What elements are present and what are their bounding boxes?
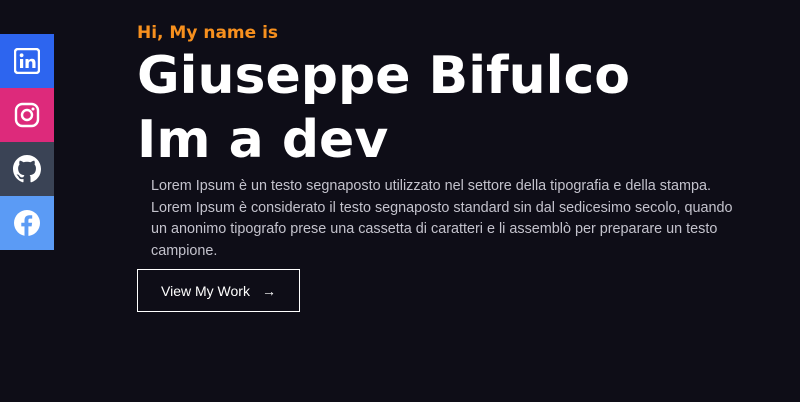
hero-page: Hi, My name is Giuseppe Bifulco Im a dev… [0, 0, 800, 402]
cta-label: View My Work [161, 282, 250, 299]
instagram-link[interactable] [0, 88, 54, 142]
view-my-work-button[interactable]: View My Work → [137, 269, 300, 312]
arrow-right-icon: → [261, 282, 276, 299]
social-sidebar [0, 34, 54, 250]
hero-name-heading: Giuseppe Bifulco [137, 46, 631, 106]
instagram-icon [14, 102, 40, 128]
greeting-text: Hi, My name is [137, 23, 279, 43]
linkedin-icon [14, 48, 40, 74]
github-link[interactable] [0, 142, 54, 196]
hero-bio-text: Lorem Ipsum è un testo segnaposto utiliz… [151, 178, 733, 259]
facebook-icon [13, 209, 41, 237]
linkedin-link[interactable] [0, 34, 54, 88]
github-icon [13, 155, 41, 183]
hero-role-heading: Im a dev [137, 110, 389, 170]
facebook-link[interactable] [0, 196, 54, 250]
